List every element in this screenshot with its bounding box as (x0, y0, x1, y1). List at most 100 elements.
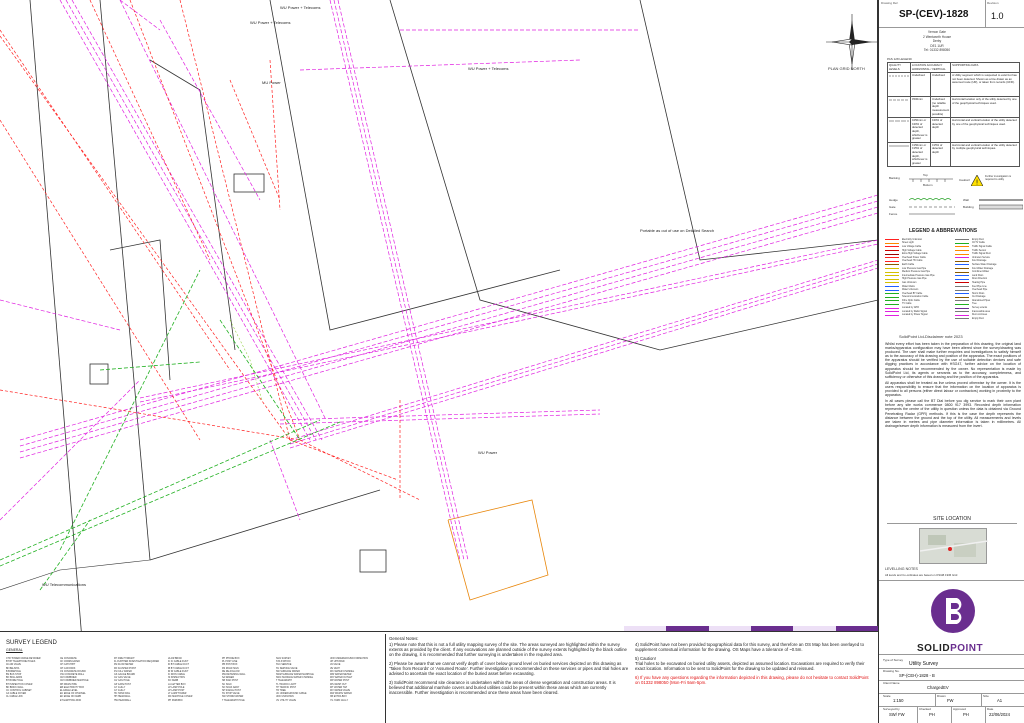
abbreviation-column: UFR UNDERGROUND FORMATION UP UPSTAND VA VA… (330, 658, 382, 703)
legend-label: Street Light (902, 242, 914, 245)
legend-swatch (955, 242, 969, 244)
map-label: WU Telecommunications (42, 582, 86, 587)
pas-legend-label: PAS 128 LEGEND (887, 57, 912, 61)
legend-label: High Pressure Gas Pipe (902, 278, 927, 281)
legend-grid: Electricity Unknown Street Light Low Volta… (885, 238, 1021, 328)
legend-swatch (885, 242, 899, 244)
legend-label: Land Drain (972, 274, 984, 277)
legend-label: Empty Duct (972, 238, 984, 241)
orange-boundary (447, 499, 549, 601)
legend-swatch (955, 282, 969, 284)
legend-label: Located by Power Signal (902, 314, 928, 317)
abbreviation-item: T TELEGRAPH POLE (222, 699, 245, 702)
legend-label: Abandoned Pipes (972, 299, 991, 302)
revision: 1.0 (991, 11, 1004, 21)
mini-legend: Banking Top Bottom ! Caution! Further in… (883, 172, 1023, 218)
legend-label: Fibre Optic Cable (902, 299, 920, 302)
legend-label: Earth Cable (902, 263, 915, 266)
map-canvas (0, 0, 877, 631)
north-arrow-icon (826, 14, 877, 70)
legend-label: High Voltage Cable (902, 249, 922, 252)
legend-swatch (885, 253, 899, 255)
legend-swatch (885, 250, 899, 252)
legend-swatch (885, 246, 899, 248)
legend-swatch (955, 311, 969, 313)
legend-swatch (885, 275, 899, 277)
legend-label: Survey extents (972, 307, 988, 310)
abbreviation-item: YG YARD GULLY (330, 699, 349, 702)
legend-swatch (955, 271, 969, 273)
legend-swatch (885, 303, 899, 305)
legend-label: Cut Drainage (972, 296, 986, 299)
levelling-text: All levels and Co-ordinates are based on… (885, 573, 958, 577)
contact-note: 6) If you have any questions regarding t… (635, 675, 869, 685)
legend-label: Intermediate Pressure Gas Pipe (902, 274, 935, 277)
title-sidebar: Drawing Ref. SP-(CEV)-1828 Revision 1.0 … (878, 0, 1024, 723)
drawing-sheet: PLAN GRID NORTH WU Power + Telecoms WU P… (0, 0, 1024, 723)
legend-swatch (955, 293, 969, 295)
survey-map[interactable]: PLAN GRID NORTH WU Power + Telecoms WU P… (0, 0, 878, 632)
legend-label: Surface Water Drainage (972, 263, 997, 266)
green-telecoms (0, 269, 341, 591)
abbreviation-item: HW HEADWALL (114, 699, 132, 702)
legend-item: Empty Duct (955, 317, 1021, 321)
abbreviation-item: UV UTILITY VALVE (276, 699, 297, 702)
legend-label: Traffic Signal Cable (972, 245, 992, 248)
caution-icon: ! (970, 174, 984, 187)
legend-title: LEGEND & ABBREVIATIONS (909, 228, 978, 234)
legend-label: Duct continues (972, 314, 988, 317)
legend-swatch (955, 314, 969, 316)
legend-label: TV Cable (902, 303, 912, 306)
legend-label: Overhead Pipe (972, 289, 988, 292)
survey-type: Utility Survey (909, 661, 939, 667)
drawing-ref-label: Drawing Ref. (881, 1, 899, 5)
abbreviation-column: CE CONCRETE CF CORRUGATED CH CATCHPIT CP CA… (60, 658, 112, 703)
legend-label: Water Mains (902, 285, 915, 288)
legend-swatch (885, 282, 899, 284)
legend-swatch (955, 289, 969, 291)
legend-label: Unknown Service (972, 256, 990, 259)
legend-swatch (885, 289, 899, 291)
legend-label: Gas Unknown (902, 281, 917, 284)
abbreviation-column: PH PHONE BOX PL POST LINE PB POST BOX RS RO… (222, 658, 274, 703)
legend-swatch (885, 293, 899, 295)
map-label: WU Power + Telecoms (280, 5, 321, 10)
legend-swatch (955, 257, 969, 259)
legend-swatch (885, 307, 899, 309)
title-block: Drawing Ref. SP-(CEV)-1828 Revision 1.0 (879, 0, 1024, 28)
logo-box: SOLIDPOINT (879, 580, 1024, 655)
legend-label: Inaccessible area (972, 310, 990, 313)
legend-swatch (955, 307, 969, 309)
drawing-number: SP-(CEH)-1828 - B (899, 673, 935, 678)
legend-swatch (885, 268, 899, 270)
company-address: Vernon Gate 2 Wentworth House Derby DE1 … (923, 30, 951, 52)
survey-legend-title: SURVEY LEGEND (6, 640, 57, 646)
legend-left-column: Electricity Unknown Street Light Low Volta… (885, 238, 951, 317)
legend-swatch (885, 264, 899, 266)
legend-label: Low Pressure Gas Pipe (902, 267, 927, 270)
legend-label: Extra High Voltage Cable (902, 253, 928, 256)
legend-swatch (955, 253, 969, 255)
legend-swatch (885, 286, 899, 288)
legend-label: Heating Pipe (972, 281, 986, 284)
legend-label: Traffic Sensor (972, 249, 987, 252)
legend-label: Low Voltage Cable (902, 245, 922, 248)
legend-label: Located by Radio Signal (902, 310, 927, 313)
legend-swatch (955, 275, 969, 277)
scale-bar (624, 626, 878, 631)
notes-title: General Notes: (389, 636, 419, 641)
legend-swatch (955, 246, 969, 248)
legend-swatch (955, 250, 969, 252)
legend-swatch (955, 264, 969, 266)
legend-label: Drain Direction (972, 278, 988, 281)
drawing-fields: Type of Survey Utility Survey Drawing No… (879, 656, 1024, 723)
disclaimer-title: SolidPoint Ltd-Disclaimer note 2023 (899, 334, 963, 339)
legend-label: Traffic Signal Duct (972, 253, 991, 256)
abbreviation-item: ET EARTHING ROD (60, 699, 82, 702)
legend-label: Overhead BT Cable (902, 292, 923, 295)
svg-text:!: ! (976, 179, 979, 187)
legend-label: Overhead HV Cable (902, 260, 923, 263)
legend-swatch (885, 311, 899, 313)
legend-right-column: Empty Duct CCTV Cable Traffic Signal Cable… (955, 238, 1021, 321)
legend-swatch (955, 300, 969, 302)
